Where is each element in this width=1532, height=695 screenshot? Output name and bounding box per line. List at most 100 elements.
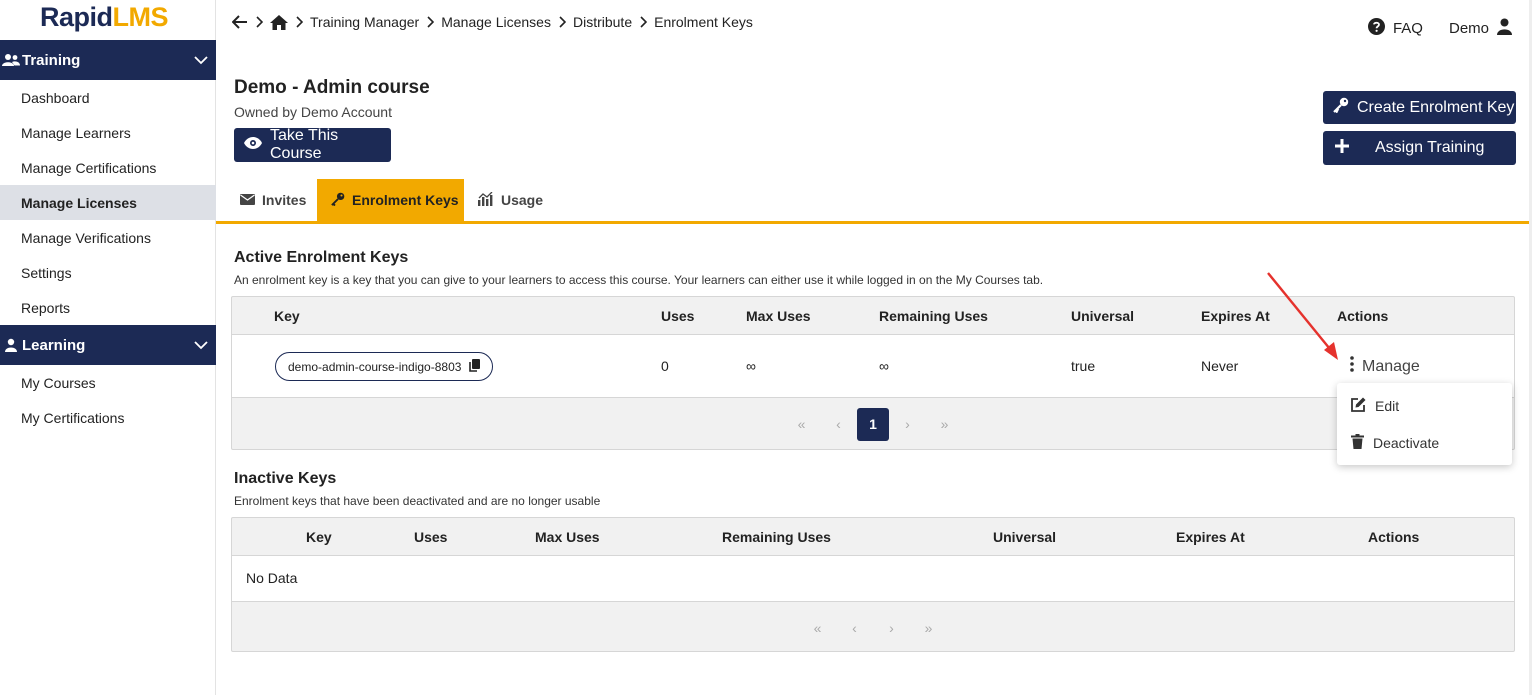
chevron-right-icon	[639, 16, 648, 28]
column-key: Key	[306, 529, 332, 545]
prev-page-button[interactable]: ‹	[820, 408, 857, 441]
back-arrow-icon[interactable]	[232, 15, 248, 29]
column-remaining-uses: Remaining Uses	[722, 529, 831, 545]
top-right-menu: FAQ Demo	[1367, 18, 1512, 39]
faq-link[interactable]: FAQ	[1367, 18, 1423, 39]
create-enrolment-key-button[interactable]: Create Enrolment Key	[1323, 91, 1516, 124]
inactive-keys-description: Enrolment keys that have been deactivate…	[234, 494, 601, 508]
eye-icon	[244, 136, 262, 154]
tab-bar: Invites Enrolment Keys Usage	[216, 179, 1530, 224]
take-course-button[interactable]: Take This Course	[234, 127, 391, 162]
sidebar-item-manage-learners[interactable]: Manage Learners	[0, 115, 216, 150]
active-keys-description: An enrolment key is a key that you can g…	[234, 273, 1044, 287]
user-icon	[0, 337, 22, 353]
next-page-button[interactable]: ›	[889, 408, 926, 441]
sidebar-item-reports[interactable]: Reports	[0, 290, 216, 325]
column-key: Key	[274, 308, 300, 324]
manage-button[interactable]: Manage	[1350, 356, 1420, 377]
column-expires-at: Expires At	[1201, 308, 1270, 324]
prev-page-button[interactable]: ‹	[836, 612, 873, 645]
envelope-icon	[240, 192, 255, 208]
sidebar-item-my-certifications[interactable]: My Certifications	[0, 400, 216, 435]
course-title: Demo - Admin course	[234, 77, 430, 98]
key-icon	[331, 192, 345, 209]
plus-icon	[1335, 138, 1349, 158]
column-actions: Actions	[1368, 529, 1420, 545]
breadcrumb-distribute[interactable]: Distribute	[573, 14, 632, 30]
sidebar-item-my-courses[interactable]: My Courses	[0, 365, 216, 400]
first-page-button[interactable]: «	[799, 612, 836, 645]
home-icon[interactable]	[270, 14, 288, 30]
course-owner: Owned by Demo Account	[234, 104, 392, 120]
tab-enrolment-keys[interactable]: Enrolment Keys	[317, 179, 464, 221]
chevron-right-icon	[295, 16, 303, 28]
no-data-text: No Data	[246, 570, 298, 586]
tab-label: Usage	[501, 192, 544, 208]
sidebar-section-label: Training	[22, 51, 81, 69]
cell-universal: true	[1071, 358, 1096, 374]
sidebar-section-label: Learning	[22, 336, 86, 354]
edit-icon	[1351, 397, 1366, 415]
chevron-right-icon	[255, 16, 263, 28]
sidebar-section-training[interactable]: Training	[0, 40, 216, 80]
chevron-down-icon	[194, 52, 208, 69]
column-expires-at: Expires At	[1176, 529, 1245, 545]
cell-remaining-uses: ∞	[879, 358, 889, 374]
copy-icon[interactable]	[469, 358, 481, 375]
manage-dropdown-menu: Edit Deactivate	[1337, 383, 1512, 465]
key-icon	[1333, 97, 1349, 118]
chevron-right-icon	[426, 16, 435, 28]
chevron-right-icon	[558, 16, 566, 28]
inactive-keys-title: Inactive Keys	[234, 470, 337, 487]
chart-icon	[478, 191, 494, 209]
menu-item-edit[interactable]: Edit	[1351, 397, 1399, 415]
assign-training-button[interactable]: Assign Training	[1323, 131, 1516, 165]
rapidlms-logo[interactable]: RapidLMS	[40, 2, 169, 33]
users-icon	[0, 52, 22, 68]
chevron-down-icon	[194, 337, 208, 354]
cell-uses: 0	[661, 358, 669, 374]
last-page-button[interactable]: »	[926, 408, 963, 441]
sidebar-item-settings[interactable]: Settings	[0, 255, 216, 290]
next-page-button[interactable]: ›	[873, 612, 910, 645]
menu-item-label: Edit	[1375, 398, 1400, 414]
assign-training-label: Assign Training	[1375, 139, 1485, 156]
column-uses: Uses	[414, 529, 448, 545]
logo-text-lms: LMS	[112, 2, 169, 32]
sidebar-item-manage-verifications[interactable]: Manage Verifications	[0, 220, 216, 255]
tab-invites[interactable]: Invites	[240, 179, 306, 221]
sidebar-section-learning[interactable]: Learning	[0, 325, 216, 365]
active-keys-title: Active Enrolment Keys	[234, 249, 409, 266]
page-1-button[interactable]: 1	[857, 407, 889, 441]
menu-item-label: Deactivate	[1373, 435, 1440, 451]
tab-label: Invites	[262, 192, 307, 208]
breadcrumb-manage-licenses[interactable]: Manage Licenses	[441, 14, 551, 30]
column-universal: Universal	[993, 529, 1057, 545]
user-menu[interactable]: Demo	[1449, 18, 1512, 39]
enrolment-key-pill[interactable]: demo-admin-course-indigo-8803	[275, 352, 494, 381]
breadcrumb: Training Manager Manage Licenses Distrib…	[232, 10, 753, 34]
table-header: Key Uses Max Uses Remaining Uses Univers…	[232, 518, 1514, 556]
manage-label: Manage	[1362, 357, 1420, 375]
active-pagination: « ‹ 1 › »	[232, 399, 1514, 449]
user-icon	[1497, 18, 1512, 39]
table-row: No Data	[232, 556, 1514, 602]
breadcrumb-training-manager[interactable]: Training Manager	[310, 14, 419, 30]
enrolment-key-value: demo-admin-course-indigo-8803	[288, 359, 462, 374]
inactive-pagination: « ‹ › »	[232, 603, 1514, 653]
column-uses: Uses	[661, 308, 695, 324]
sidebar-item-manage-licenses[interactable]: Manage Licenses	[0, 185, 216, 220]
column-max-uses: Max Uses	[746, 308, 811, 324]
first-page-button[interactable]: «	[783, 408, 820, 441]
column-universal: Universal	[1071, 308, 1135, 324]
sidebar-item-manage-certifications[interactable]: Manage Certifications	[0, 150, 216, 185]
last-page-button[interactable]: »	[910, 612, 947, 645]
menu-item-deactivate[interactable]: Deactivate	[1351, 434, 1439, 452]
sidebar: RapidLMS Training Dashboard Manage Learn…	[0, 0, 216, 695]
column-remaining-uses: Remaining Uses	[879, 308, 988, 324]
user-name: Demo	[1448, 20, 1489, 37]
tab-usage[interactable]: Usage	[478, 179, 543, 221]
faq-label: FAQ	[1392, 20, 1423, 37]
sidebar-item-dashboard[interactable]: Dashboard	[0, 80, 216, 115]
create-enrolment-key-label: Create Enrolment Key	[1357, 98, 1515, 116]
